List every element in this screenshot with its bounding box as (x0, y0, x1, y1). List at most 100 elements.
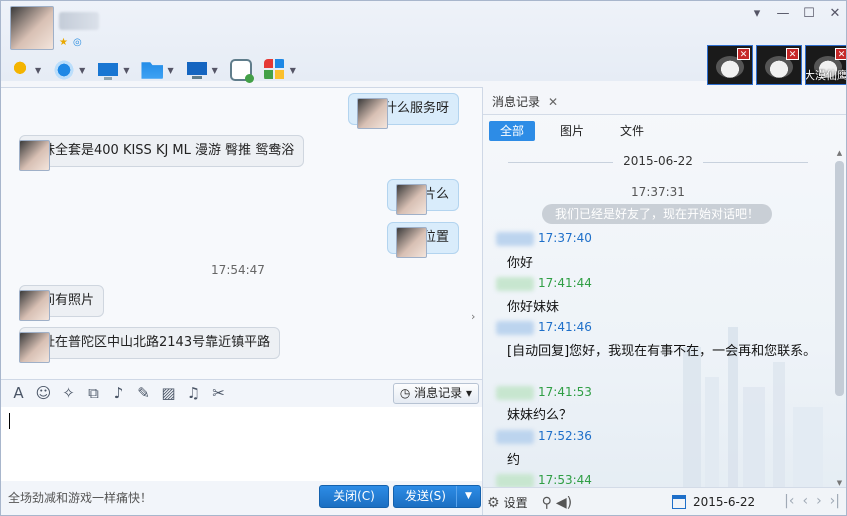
send-options-chevron-icon[interactable]: ▼ (456, 486, 480, 507)
window-controls: ▾ — ☐ ✕ (750, 7, 842, 21)
apps-icon (263, 59, 286, 81)
close-icon[interactable]: ✕ (835, 48, 846, 60)
send-button-label: 发送(S) (405, 489, 446, 503)
gear-icon[interactable]: ⚙ (487, 495, 500, 511)
maximize-button[interactable]: ☐ (802, 7, 816, 21)
scroll-down-icon[interactable]: ▼ (835, 479, 844, 487)
history-date-separator: 2015-06-22 (483, 154, 833, 168)
settings-label[interactable]: 设置 (504, 494, 528, 511)
message-bubble[interactable]: 地址在普陀区中山北路2143号靠近镇平路 (19, 327, 281, 359)
chevron-down-icon[interactable]: ▼ (35, 66, 41, 75)
shake-icon[interactable]: ✧ (59, 384, 78, 403)
menu-chevron-icon[interactable]: ▾ (750, 7, 764, 21)
chat-messages-pane[interactable]: 妹妹什么服务呀 妹妹全套是400 KISS KJ ML 漫游 臀推 鸳鸯浴 有照… (1, 87, 483, 379)
sender-name-blurred (496, 429, 534, 444)
screen-share-icon (97, 59, 120, 81)
history-entry-time: 17:52:36 (538, 429, 592, 443)
scroll-up-icon[interactable]: ▲ (835, 149, 844, 157)
history-entry-text[interactable]: 你好 (507, 254, 817, 273)
video-call-button[interactable]: ▼ (53, 59, 85, 81)
close-icon[interactable]: ✕ (786, 48, 799, 60)
speaker-icon[interactable]: ◀) (556, 495, 572, 511)
history-date-value[interactable]: 2015-6-22 (693, 495, 755, 509)
history-entry-meta: 17:41:44 (496, 276, 592, 291)
tab-message-history-label: 消息记录 (492, 95, 541, 109)
prev-page-button[interactable]: ‹ (802, 493, 808, 509)
minimize-button[interactable]: — (776, 7, 790, 21)
chevron-down-icon[interactable]: ▼ (290, 66, 296, 75)
last-page-button[interactable]: ›| (830, 493, 840, 509)
edit-icon[interactable]: ✎ (134, 384, 153, 403)
history-entry-meta: 17:41:53 (496, 385, 592, 400)
contact-thumb[interactable]: ✕ (756, 45, 802, 85)
history-entry-time: 17:41:44 (538, 276, 592, 290)
close-window-button[interactable]: ✕ (828, 7, 842, 21)
voice-call-button[interactable]: ▼ (9, 59, 41, 81)
contact-avatar-small[interactable] (19, 290, 50, 321)
history-entry-text[interactable]: 约 (507, 451, 817, 470)
contact-thumb[interactable]: ✕ 大漠仙鹰 (805, 45, 847, 85)
qzone-icon[interactable]: ◎ (73, 37, 85, 49)
system-notice: 我们已经是好友了，现在开始对话吧！ (542, 204, 772, 224)
close-button[interactable]: 关闭(C) (319, 485, 389, 508)
contact-avatar-small[interactable] (19, 140, 50, 171)
filter-all[interactable]: 全部 (489, 121, 536, 141)
apps-button[interactable]: ▼ (263, 59, 296, 81)
history-tab-bar: 消息记录 ✕ (483, 87, 846, 115)
scissors-icon[interactable]: ✂ (209, 384, 228, 403)
first-page-button[interactable]: |‹ (784, 493, 794, 509)
message-history-button[interactable]: ◷ 消息记录 ▾ (392, 383, 479, 404)
chevron-down-icon[interactable]: ▼ (123, 66, 129, 75)
file-transfer-button[interactable]: ▼ (141, 59, 174, 81)
contact-thumb-label: 大漠仙鹰 (805, 69, 847, 82)
message-row: 具体位置 (386, 222, 468, 258)
history-first-time: 17:37:31 (631, 185, 685, 199)
screenshot-icon[interactable]: ⧉ (84, 384, 103, 403)
chevron-down-icon[interactable]: ▼ (167, 66, 173, 75)
history-entry-text[interactable]: 妹妹约么？ (507, 406, 817, 425)
promo-text[interactable]: 全场劲减和游戏一样痛快！ (8, 489, 152, 506)
calendar-icon[interactable] (672, 495, 686, 509)
font-icon[interactable]: A (9, 384, 28, 403)
add-message-icon (229, 59, 254, 83)
chevron-down-icon[interactable]: ▼ (79, 66, 85, 75)
history-scrollbar[interactable]: ▲ ▼ (835, 149, 844, 487)
contact-thumb[interactable]: ✕ (707, 45, 753, 85)
message-input[interactable] (1, 407, 483, 481)
collapse-history-arrow-icon[interactable]: › (471, 310, 475, 323)
message-bubble[interactable]: 妹妹全套是400 KISS KJ ML 漫游 臀推 鸳鸯浴 (19, 135, 305, 167)
history-entry-text[interactable]: [自动回复]您好，我现在有事不在，一会再和您联系。 (507, 342, 817, 361)
send-button[interactable]: 发送(S) ▼ (393, 485, 481, 508)
history-filter-row: 全部 图片 文件 (489, 121, 655, 141)
close-tab-icon[interactable]: ✕ (548, 95, 558, 109)
contact-nickname-blurred (59, 12, 99, 30)
history-pane: 消息记录 ✕ 全部 图片 文件 2015-06-22 17:37:31 我们已经是… (483, 87, 846, 515)
image-icon[interactable]: ▨ (159, 384, 178, 403)
history-entry-text[interactable]: 你好妹妹 (507, 298, 817, 317)
music-icon[interactable]: ♫ (184, 384, 203, 403)
input-toolbar: A ☺ ✧ ⧉ ♪ ✎ ▨ ♫ ✂ ◷ 消息记录 ▾ (1, 379, 483, 407)
history-entry-meta: 17:52:36 (496, 429, 592, 444)
chevron-down-icon[interactable]: ▼ (212, 66, 218, 75)
add-message-button[interactable] (229, 59, 254, 83)
star-icon: ★ (59, 37, 68, 48)
filter-files[interactable]: 文件 (609, 121, 655, 141)
tab-message-history[interactable]: 消息记录 ✕ (492, 93, 558, 110)
sender-name-blurred (496, 473, 534, 488)
screen-share-button[interactable]: ▼ (97, 59, 129, 81)
next-page-button[interactable]: › (816, 493, 822, 509)
scrollbar-thumb[interactable] (835, 161, 844, 396)
filter-images[interactable]: 图片 (549, 121, 595, 141)
remote-desktop-button[interactable]: ▼ (185, 59, 218, 81)
my-avatar[interactable] (395, 184, 427, 215)
my-avatar[interactable] (356, 98, 388, 129)
my-avatar[interactable] (395, 227, 427, 258)
contact-avatar[interactable] (10, 6, 54, 50)
voice-icon[interactable]: ♪ (109, 384, 128, 403)
emoji-icon[interactable]: ☺ (34, 384, 53, 403)
file-transfer-icon (141, 62, 164, 79)
contact-avatar-small[interactable] (19, 332, 50, 363)
search-icon[interactable]: ⚲ (542, 495, 552, 511)
close-icon[interactable]: ✕ (737, 48, 750, 60)
history-entry-meta: 17:53:44 (496, 473, 592, 488)
